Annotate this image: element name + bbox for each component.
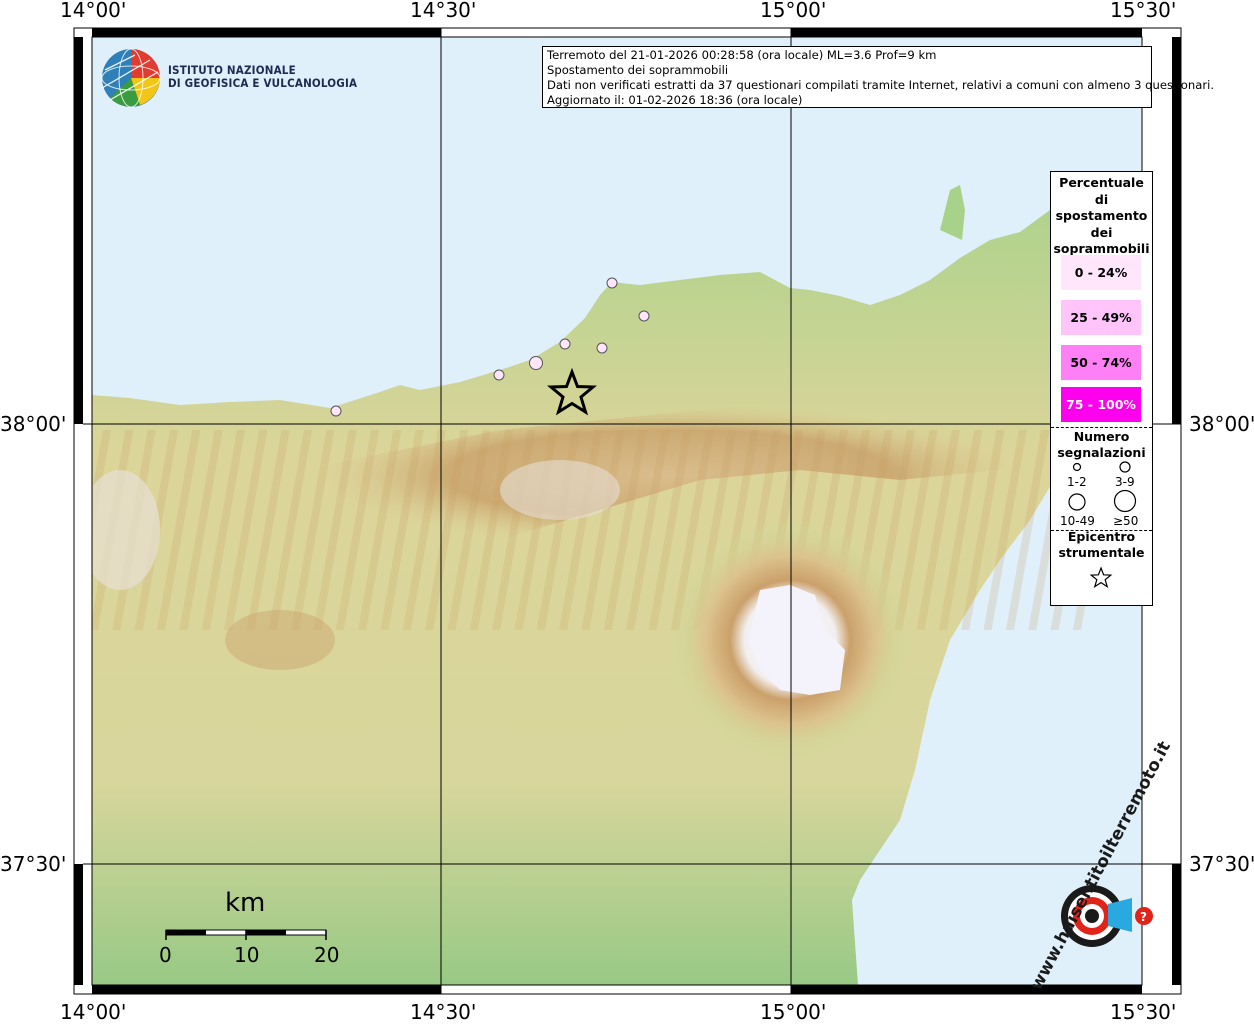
- nebrodi-peak: [500, 460, 620, 520]
- lon-label-bottom-1500: 15°00': [760, 1000, 827, 1024]
- legend-bin-3: 75 - 100%: [1061, 387, 1141, 422]
- legend-title-line: spostamento: [1055, 208, 1148, 223]
- legend-epicenter-title-line: strumentale: [1058, 545, 1145, 560]
- scale-tick-20: 20: [314, 943, 340, 967]
- event-info-line4: Aggiornato il: 01-02-2026 18:36 (ora loc…: [547, 93, 803, 107]
- lon-label-top-1400: 14°00': [60, 0, 127, 22]
- legend-epicenter-title-line: Epicentro: [1067, 529, 1136, 544]
- legend-count-title-line: Numero: [1073, 429, 1130, 444]
- lat-label-left-3730: 37°30': [0, 852, 67, 876]
- lat-label-left-3800: 38°00': [0, 412, 67, 436]
- legend-count-1-2: 1-2: [1067, 475, 1087, 489]
- legend-percent-title: Percentuale di spostamento dei soprammob…: [1051, 175, 1152, 258]
- ridge-texture: [92, 430, 1092, 630]
- obs-point[interactable]: [493, 369, 505, 381]
- legend-separator: [1051, 427, 1152, 428]
- legend-count-symbols: [1068, 461, 1137, 513]
- legend-count-3-9: 3-9: [1115, 475, 1135, 489]
- legend-title-line: di: [1094, 191, 1109, 207]
- lon-label-bottom-1430: 14°30': [410, 1000, 477, 1024]
- map-legend: Percentuale di spostamento dei soprammob…: [1050, 171, 1153, 606]
- legend-epicenter-title: Epicentro strumentale: [1051, 529, 1152, 561]
- lon-label-top-1430: 14°30': [410, 0, 477, 22]
- legend-bin-2: 50 - 74%: [1061, 345, 1141, 380]
- legend-epicenter-star-icon: [1089, 566, 1113, 588]
- obs-point[interactable]: [638, 310, 650, 322]
- legend-bin-1: 25 - 49%: [1061, 300, 1141, 335]
- legend-title-line: Percentuale: [1059, 175, 1144, 190]
- scale-unit: km: [225, 888, 266, 918]
- hill-1: [225, 610, 335, 670]
- legend-count-10-49: 10-49: [1060, 514, 1095, 528]
- institute-name-line2: DI GEOFISICA E VULCANOLOGIA: [168, 76, 358, 90]
- legend-count-50: ≥50: [1113, 514, 1139, 528]
- event-info-line1: Terremoto del 21-01-2026 00:28:58 (ora l…: [547, 48, 937, 62]
- lat-label-right-3800: 38°00': [1189, 412, 1254, 436]
- event-info-box: Terremoto del 21-01-2026 00:28:58 (ora l…: [542, 46, 1215, 108]
- legend-title-line: dei: [1090, 224, 1113, 240]
- scale-tick-0: 0: [159, 943, 172, 967]
- lon-label-bottom-1400: 14°00': [60, 1000, 127, 1024]
- obs-point[interactable]: [559, 338, 571, 350]
- svg-text:?: ?: [1140, 910, 1147, 924]
- event-info-line3: Dati non verificati estratti da 37 quest…: [547, 78, 1215, 92]
- lon-label-top-1530: 15°30': [1110, 0, 1177, 22]
- scale-tick-10: 10: [234, 943, 260, 967]
- lon-label-bottom-1530: 15°30': [1110, 1000, 1177, 1024]
- obs-point[interactable]: [330, 405, 342, 417]
- legend-bin-0: 0 - 24%: [1061, 255, 1141, 290]
- lon-label-top-1500: 15°00': [760, 0, 827, 22]
- institute-name: ISTITUTO NAZIONALE DI GEOFISICA E VULCAN…: [168, 64, 357, 90]
- map-area: [92, 37, 1142, 985]
- obs-point[interactable]: [529, 356, 543, 370]
- lat-label-right-3730: 37°30': [1189, 852, 1254, 876]
- ingv-globe-icon: [101, 48, 161, 108]
- obs-point[interactable]: [606, 277, 618, 289]
- obs-point[interactable]: [596, 342, 608, 354]
- event-info-line2: Spostamento dei soprammobili: [547, 63, 729, 77]
- legend-count-title: Numero segnalazioni: [1051, 429, 1152, 461]
